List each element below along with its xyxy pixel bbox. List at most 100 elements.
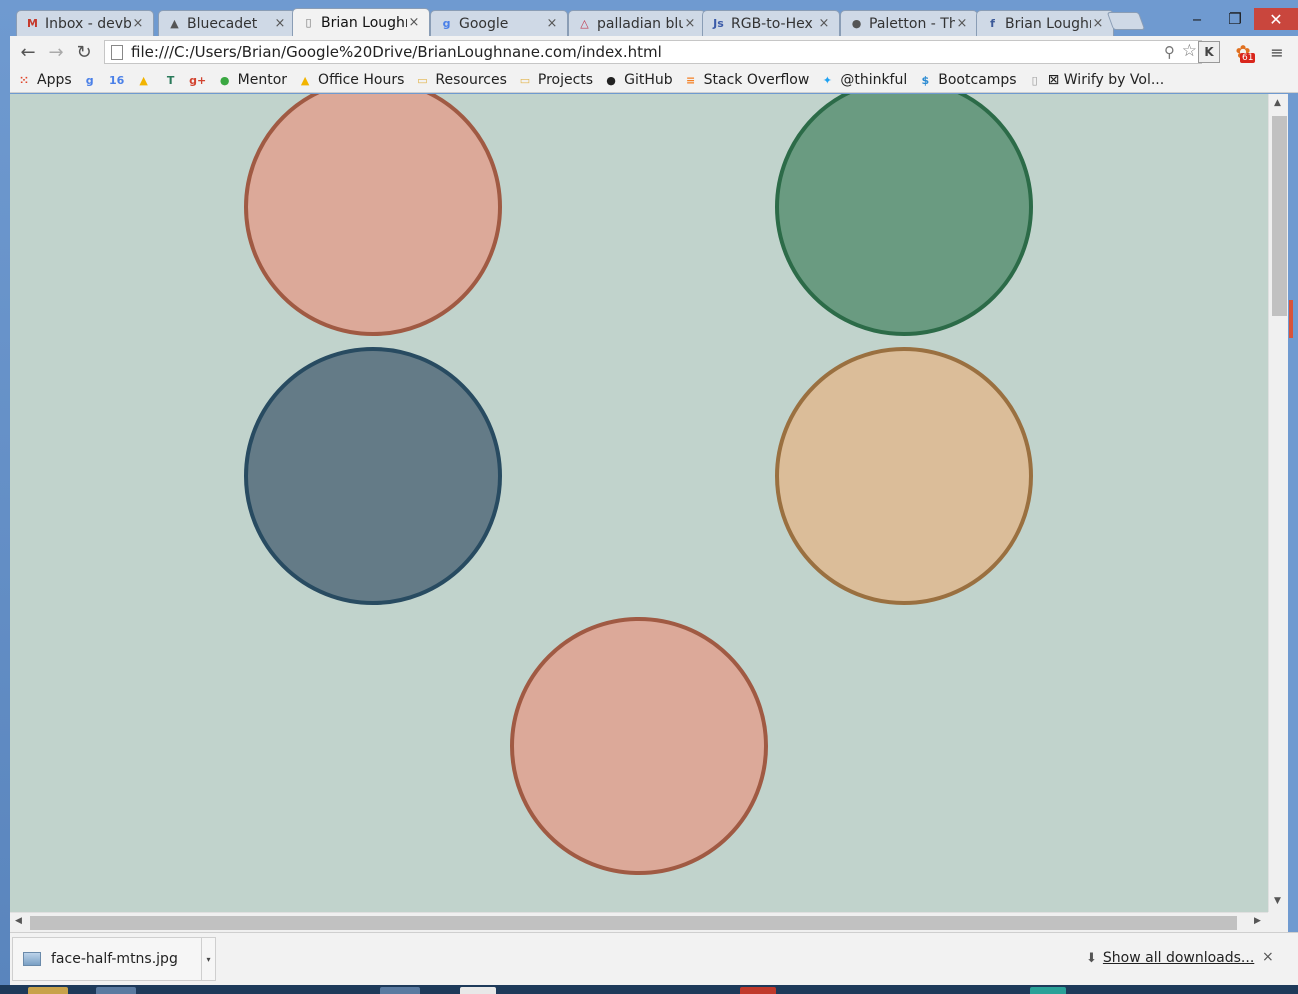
mentor-icon: ● [219, 73, 230, 87]
scroll-right-icon[interactable]: ▶ [1254, 916, 1261, 926]
gmail-icon: M [27, 17, 38, 30]
bookmark-star-icon[interactable]: ☆ [1182, 41, 1197, 61]
bookmark-item[interactable]: ▯ ⊠ Wirify by Vol... [1027, 72, 1165, 88]
tab-close-icon[interactable]: × [683, 16, 697, 31]
tab[interactable]: ▯ Brian Loughn × [292, 8, 430, 36]
google-plus-icon: g+ [189, 73, 207, 87]
extension-badge-icon[interactable]: ✿ 61 [1232, 41, 1256, 63]
calendar-icon: 16 [109, 73, 125, 87]
tab[interactable]: ● Paletton - Th × [840, 10, 978, 36]
back-button[interactable]: ← [16, 40, 40, 64]
stackoverflow-icon: ≡ [686, 73, 696, 87]
maximize-button[interactable]: ❐ [1216, 8, 1254, 30]
bookmark-item[interactable]: ▲ [136, 72, 157, 88]
tab-title: RGB-to-Hex [731, 15, 813, 32]
k-extension-icon[interactable]: K [1198, 41, 1220, 63]
scroll-down-icon[interactable]: ▼ [1274, 896, 1281, 906]
apps-grid-icon: ⁙ [19, 73, 29, 87]
tab-title: Brian Loughn [321, 14, 407, 31]
bookmark-label: @thinkful [840, 72, 908, 88]
scrollbar-corner [1268, 912, 1288, 932]
horizontal-scroll-thumb[interactable] [30, 916, 1237, 930]
download-arrow-icon: ⬇ [1086, 950, 1097, 966]
taskbar-explorer-icon[interactable] [28, 987, 68, 994]
address-bar[interactable]: file:///C:/Users/Brian/Google%20Drive/Br… [104, 40, 1202, 64]
url-text[interactable]: file:///C:/Users/Brian/Google%20Drive/Br… [131, 43, 662, 61]
folder-icon: ▭ [519, 73, 531, 87]
paletton-icon: ● [851, 17, 862, 30]
tab-close-icon[interactable]: × [955, 16, 969, 31]
tab[interactable]: g Google × [430, 10, 568, 36]
tab[interactable]: △ palladian blu × [568, 10, 706, 36]
horizontal-scrollbar[interactable]: ◀ ▶ [10, 912, 1268, 932]
download-file-name[interactable]: face-half-mtns.jpg [51, 951, 178, 967]
bookmark-item[interactable]: 16 [109, 72, 130, 88]
drive-icon: ▲ [300, 73, 310, 87]
show-all-downloads-label[interactable]: Show all downloads... [1103, 950, 1254, 966]
tab-close-icon[interactable]: × [817, 16, 831, 31]
tab[interactable]: ▲ Bluecadet × [158, 10, 296, 36]
tab[interactable]: f Brian Loughn × [976, 10, 1114, 36]
bookmark-item[interactable]: ▭ Projects [517, 72, 593, 88]
tab-title: Brian Loughn [1005, 15, 1091, 32]
tab[interactable]: Js RGB-to-Hex × [702, 10, 840, 36]
bookmark-item[interactable]: $ Bootcamps [917, 72, 1016, 88]
taskbar-app-icon[interactable] [740, 987, 776, 994]
taskbar-app-icon[interactable] [1030, 987, 1066, 994]
bookmark-item[interactable]: ▭ Resources [414, 72, 507, 88]
forward-button[interactable]: → [44, 40, 68, 64]
bookmark-item[interactable]: ▲ Office Hours [297, 72, 405, 88]
bluecadet-icon: ▲ [170, 17, 179, 30]
scroll-marker [1289, 300, 1293, 338]
chrome-menu-icon[interactable]: ≡ [1266, 41, 1288, 63]
scroll-left-icon[interactable]: ◀ [15, 916, 22, 926]
bookmark-item[interactable]: ● Mentor [217, 72, 287, 88]
bookmark-item[interactable]: ⁙ Apps [16, 72, 72, 88]
taskbar-app-icon[interactable] [460, 987, 496, 994]
close-window-button[interactable]: ✕ [1254, 8, 1298, 30]
js-icon: Js [713, 17, 724, 30]
vertical-scrollbar[interactable]: ▲ ▼ [1268, 94, 1288, 912]
folder-icon: ▭ [417, 73, 428, 87]
tab-close-icon[interactable]: × [545, 16, 559, 31]
taskbar-chrome-icon[interactable] [96, 987, 136, 994]
new-tab-button[interactable] [1106, 12, 1146, 30]
tab-title: Google [459, 15, 509, 32]
bookmark-item[interactable]: ✦ @thinkful [819, 72, 908, 88]
tab-title: Paletton - Th [869, 15, 955, 32]
warning-icon: △ [580, 17, 589, 30]
facebook-icon: f [990, 17, 995, 30]
bookmark-item[interactable]: ≡ Stack Overflow [683, 72, 810, 88]
browser-window: M Inbox - devb × ▲ Bluecadet × ▯ Brian Loughn × g… [0, 0, 1298, 994]
download-shelf: face-half-mtns.jpg ▾ ⬇ Show all download… [10, 932, 1298, 985]
minimize-button[interactable]: ‒ [1178, 8, 1216, 30]
bookmark-item[interactable]: g [82, 72, 103, 88]
bookmark-label: Bootcamps [938, 72, 1017, 88]
taskbar-app-icon[interactable] [380, 987, 420, 994]
tab[interactable]: M Inbox - devb × [16, 10, 154, 36]
bookmark-item[interactable]: ● GitHub [603, 72, 673, 88]
download-item[interactable]: face-half-mtns.jpg ▾ [12, 937, 216, 981]
trello-icon: T [166, 73, 175, 87]
tab-close-icon[interactable]: × [131, 16, 145, 31]
google-icon: g [85, 73, 94, 87]
bookmark-label: Stack Overflow [703, 72, 810, 88]
bookmark-item[interactable]: g+ [189, 72, 211, 88]
tab-close-icon[interactable]: × [407, 15, 421, 30]
vertical-scroll-thumb[interactable] [1272, 116, 1287, 316]
salmon-circle-bottom-center [510, 617, 768, 875]
bookmark-label: GitHub [624, 72, 673, 88]
zoom-icon[interactable]: ⚲ [1164, 43, 1175, 61]
bookmark-item[interactable]: T [163, 72, 184, 88]
bookmark-label: Apps [37, 72, 72, 88]
tab-strip: M Inbox - devb × ▲ Bluecadet × ▯ Brian Loughn × g… [10, 8, 1114, 36]
tab-close-icon[interactable]: × [1091, 16, 1105, 31]
close-shelf-icon[interactable]: × [1262, 949, 1274, 965]
download-options-dropdown[interactable]: ▾ [201, 938, 215, 980]
scroll-up-icon[interactable]: ▲ [1274, 98, 1281, 108]
reload-button[interactable]: ↻ [72, 40, 96, 64]
show-all-downloads-link[interactable]: ⬇ Show all downloads... [1086, 950, 1254, 966]
tab-close-icon[interactable]: × [273, 16, 287, 31]
extension-badge-count: 61 [1240, 53, 1256, 63]
bookmark-label: Resources [435, 72, 507, 88]
